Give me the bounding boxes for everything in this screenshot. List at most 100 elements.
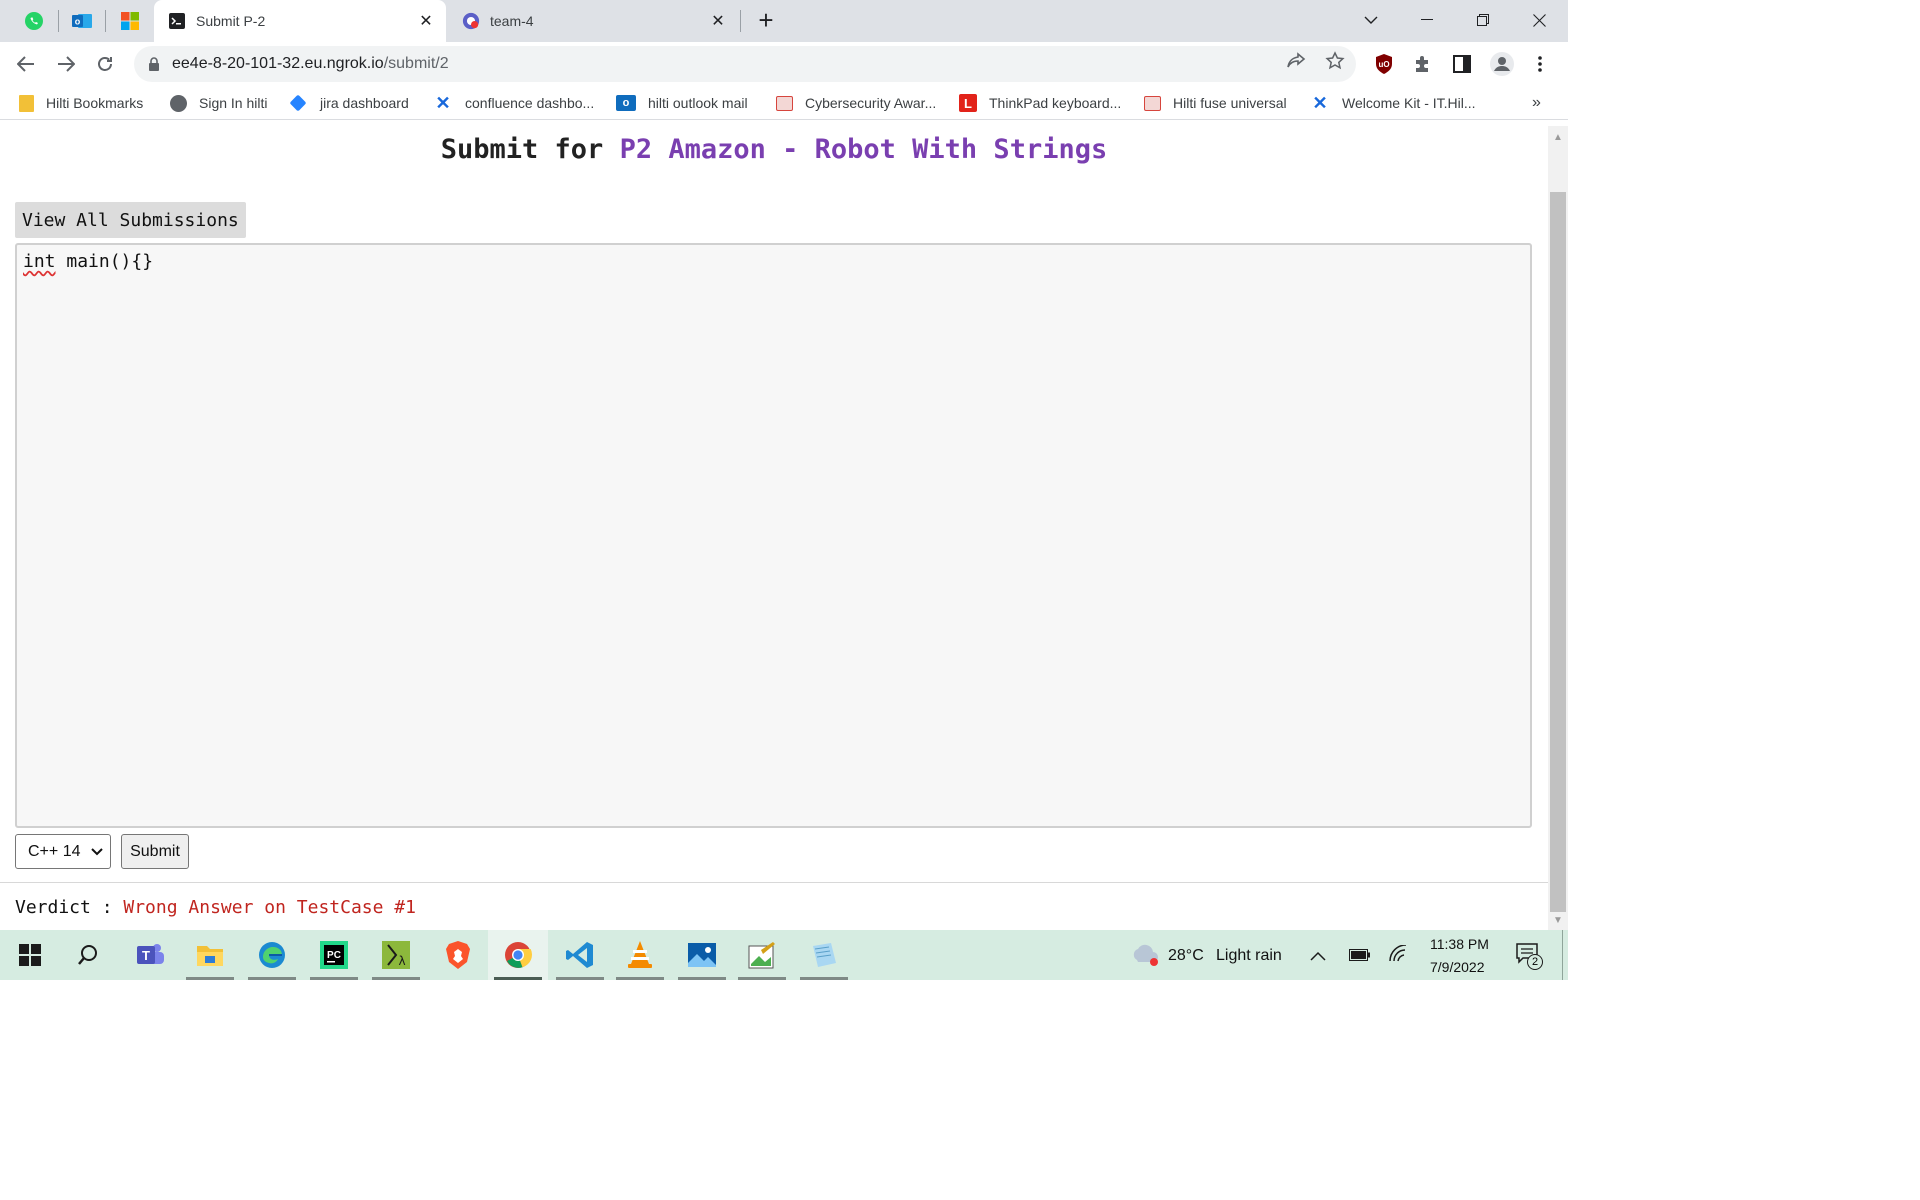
pycharm-icon: PC bbox=[320, 941, 348, 969]
cloud-rain-icon bbox=[1133, 944, 1158, 966]
taskbar-brave[interactable] bbox=[428, 930, 488, 980]
close-tab-icon[interactable]: ✕ bbox=[708, 11, 728, 31]
bookmark-label: Cybersecurity Awar... bbox=[805, 95, 937, 111]
file-explorer-icon bbox=[197, 946, 223, 966]
tab-separator bbox=[105, 10, 106, 32]
notification-center-button[interactable]: 2 bbox=[1515, 942, 1545, 970]
star-icon bbox=[1325, 51, 1345, 70]
language-selected: C++ 14 bbox=[28, 842, 81, 860]
ublock-icon: uO bbox=[1376, 54, 1392, 74]
taskbar-notepad[interactable] bbox=[794, 930, 854, 980]
title-prefix: Submit for bbox=[440, 134, 620, 165]
brave-icon bbox=[446, 941, 470, 969]
svg-text:λ: λ bbox=[398, 954, 405, 968]
address-bar[interactable]: ee4e-8-20-101-32.eu.ngrok.io/submit/2 bbox=[134, 46, 1356, 82]
vscode-icon bbox=[566, 942, 593, 968]
start-button[interactable] bbox=[0, 930, 60, 980]
pinned-tab-microsoft[interactable] bbox=[117, 8, 143, 34]
restore-button[interactable] bbox=[1460, 6, 1506, 34]
whatsapp-icon bbox=[25, 12, 43, 30]
close-icon bbox=[1532, 13, 1546, 27]
scroll-down-arrow[interactable]: ▼ bbox=[1552, 914, 1564, 926]
bookmark-welcome-kit[interactable]: ✕ Welcome Kit - IT.Hil... bbox=[1310, 92, 1475, 114]
bookmark-label: confluence dashbo... bbox=[465, 95, 595, 111]
restore-icon bbox=[1477, 14, 1489, 26]
forward-arrow-icon bbox=[58, 56, 75, 72]
clock-time[interactable]: 11:38 PM bbox=[1430, 936, 1489, 952]
code-text: main(){} bbox=[55, 251, 154, 272]
network-status[interactable] bbox=[1388, 944, 1408, 968]
close-window-button[interactable] bbox=[1516, 6, 1562, 34]
taskbar-chrome[interactable] bbox=[488, 930, 548, 980]
hilti-icon bbox=[1144, 95, 1161, 111]
chevron-down-icon bbox=[91, 848, 103, 856]
ublock-extension-button[interactable]: uO bbox=[1372, 52, 1396, 76]
problem-link[interactable]: P2 Amazon - Robot With Strings bbox=[620, 134, 1108, 165]
view-all-submissions-button[interactable]: View All Submissions bbox=[15, 202, 246, 238]
weather-widget[interactable] bbox=[1130, 942, 1160, 973]
bookmark-hilti-fuse-universal[interactable]: Hilti fuse universal bbox=[1144, 92, 1287, 114]
share-button[interactable] bbox=[1285, 50, 1307, 72]
bookmark-jira-dashboard[interactable]: jira dashboard bbox=[289, 92, 409, 114]
reload-button[interactable] bbox=[89, 48, 121, 80]
profile-button[interactable] bbox=[1489, 51, 1515, 77]
submit-button[interactable]: Submit bbox=[121, 834, 189, 869]
back-button[interactable] bbox=[10, 48, 42, 80]
bookmark-sign-in-hilti[interactable]: Sign In hilti bbox=[170, 92, 267, 114]
url-host: ee4e-8-20-101-32.eu.ngrok.io bbox=[172, 55, 384, 72]
taskbar-pycharm[interactable]: PC bbox=[304, 930, 364, 980]
code-editor[interactable]: int main(){} bbox=[15, 243, 1532, 828]
browser-toolbar: ee4e-8-20-101-32.eu.ngrok.io/submit/2 uO bbox=[0, 42, 1568, 86]
battery-status[interactable] bbox=[1349, 948, 1371, 966]
tray-overflow-button[interactable] bbox=[1310, 948, 1326, 966]
share-icon bbox=[1287, 52, 1306, 68]
tab-team-4[interactable]: team-4 ✕ bbox=[448, 0, 738, 42]
search-button[interactable] bbox=[58, 930, 118, 980]
taskbar-paint[interactable] bbox=[732, 930, 792, 980]
verdict-label: Verdict : bbox=[15, 897, 124, 918]
pinned-tab-outlook[interactable]: o bbox=[69, 8, 95, 34]
bookmark-hilti-bookmarks[interactable]: Hilti Bookmarks bbox=[19, 92, 143, 114]
forward-button[interactable] bbox=[50, 48, 82, 80]
svg-text:PC: PC bbox=[327, 950, 341, 961]
browser-menu-button[interactable] bbox=[1528, 52, 1552, 76]
extensions-button[interactable] bbox=[1411, 52, 1435, 76]
bookmark-label: Hilti fuse universal bbox=[1173, 95, 1287, 111]
taskbar-file-explorer[interactable] bbox=[180, 930, 240, 980]
lambda-app-icon: λ bbox=[382, 941, 410, 969]
bookmark-hilti-outlook-mail[interactable]: o hilti outlook mail bbox=[616, 92, 748, 114]
tab-title: team-4 bbox=[490, 13, 534, 29]
bookmark-confluence-dashboard[interactable]: ✕ confluence dashbo... bbox=[433, 92, 594, 114]
bookmark-thinkpad-keyboard[interactable]: L ThinkPad keyboard... bbox=[959, 92, 1121, 114]
tab-submit-p2[interactable]: Submit P-2 ✕ bbox=[154, 0, 446, 42]
clock-date[interactable]: 7/9/2022 bbox=[1430, 959, 1485, 975]
page-title: Submit for P2 Amazon - Robot With String… bbox=[0, 134, 1548, 165]
close-tab-icon[interactable]: ✕ bbox=[416, 11, 436, 31]
show-desktop-button[interactable] bbox=[1562, 930, 1563, 980]
scrollbar-thumb[interactable] bbox=[1550, 192, 1566, 912]
taskbar-edge[interactable] bbox=[242, 930, 302, 980]
taskbar-lambda-app[interactable]: λ bbox=[366, 930, 426, 980]
bookmarks-overflow-button[interactable]: » bbox=[1532, 92, 1541, 114]
bookmark-label: Hilti Bookmarks bbox=[46, 95, 144, 111]
taskbar-photos[interactable] bbox=[672, 930, 732, 980]
bookmark-cybersecurity-awareness[interactable]: Cybersecurity Awar... bbox=[776, 92, 936, 114]
taskbar-vlc[interactable] bbox=[610, 930, 670, 980]
code-keyword: int bbox=[23, 251, 56, 272]
language-select[interactable]: C++ 14 bbox=[15, 834, 111, 869]
notepad-icon bbox=[813, 943, 836, 967]
new-tab-button[interactable]: + bbox=[744, 5, 788, 35]
avatar-icon bbox=[1490, 52, 1514, 76]
reload-icon bbox=[98, 57, 112, 71]
taskbar-teams[interactable]: T bbox=[120, 930, 180, 980]
running-indicator bbox=[678, 977, 726, 980]
taskbar-vscode[interactable] bbox=[550, 930, 610, 980]
bookmark-label: hilti outlook mail bbox=[648, 95, 748, 111]
side-panel-button[interactable] bbox=[1450, 52, 1474, 76]
tab-search-button[interactable] bbox=[1348, 6, 1394, 34]
scroll-up-arrow[interactable]: ▲ bbox=[1552, 131, 1564, 143]
bookmark-star-button[interactable] bbox=[1324, 50, 1346, 72]
puzzle-icon bbox=[1416, 56, 1428, 72]
pinned-tab-whatsapp[interactable] bbox=[21, 8, 47, 34]
minimize-button[interactable] bbox=[1404, 6, 1450, 34]
